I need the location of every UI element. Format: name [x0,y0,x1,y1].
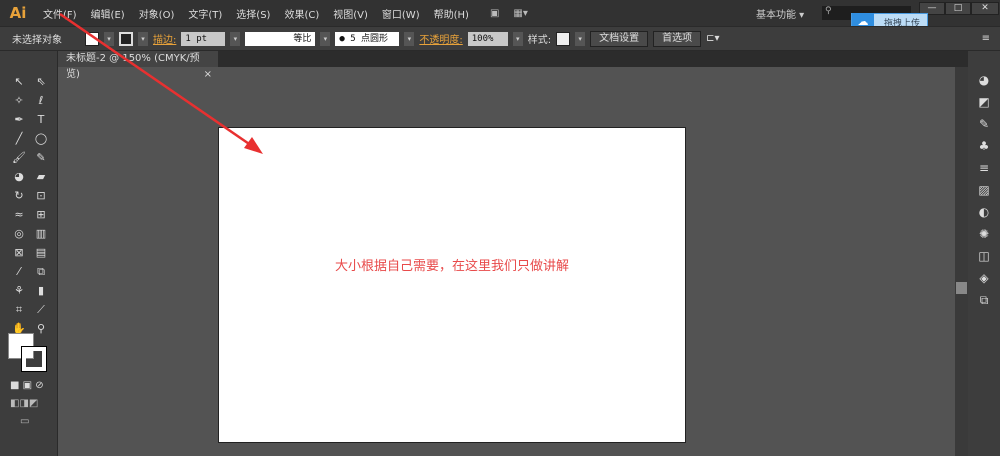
arrow-head [244,137,263,154]
arrow-line [59,12,256,150]
annotation-arrow [59,12,263,154]
